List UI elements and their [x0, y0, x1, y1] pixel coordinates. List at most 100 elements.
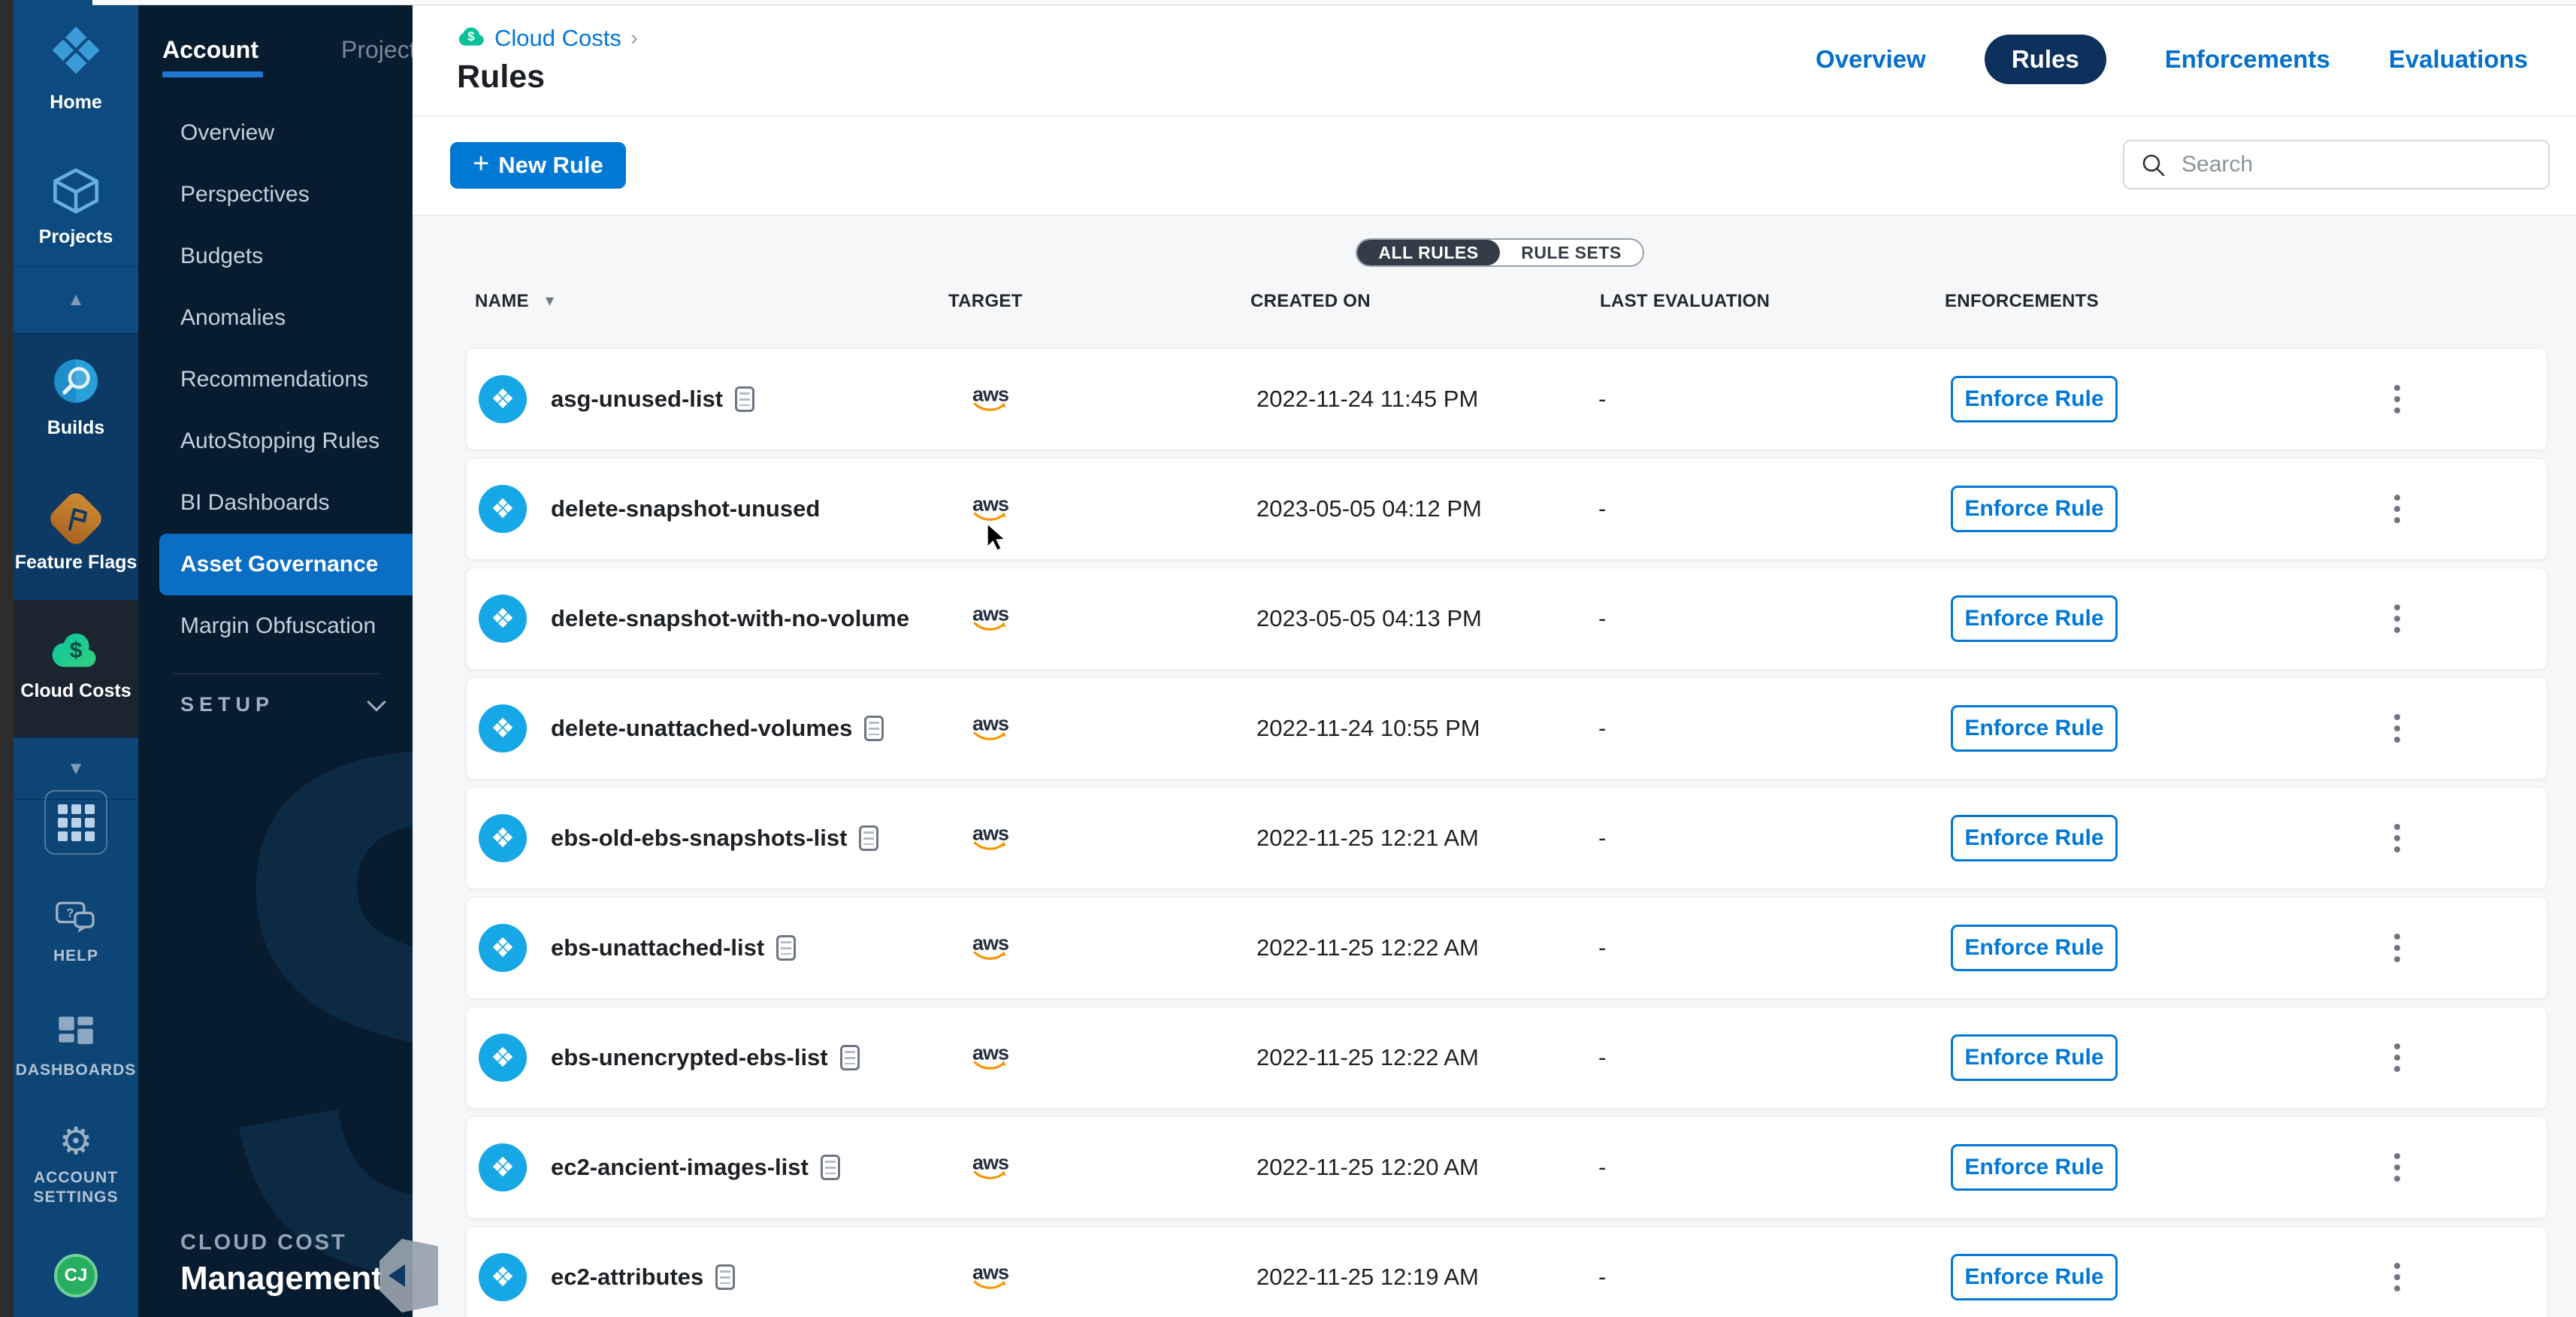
rule-icon: ❖ [479, 1143, 527, 1191]
sidebar-item-projects[interactable]: Projects [14, 167, 138, 248]
breadcrumb: $ Cloud Costs › [457, 25, 638, 52]
enforce-rule-button[interactable]: Enforce Rule [1951, 815, 2118, 861]
enforce-rule-button[interactable]: Enforce Rule [1951, 925, 2118, 971]
row-menu-kebab[interactable] [2387, 1146, 2408, 1189]
table-row[interactable]: ❖ delete-unattached-volumes aws [466, 677, 2547, 780]
table-row[interactable]: ❖ asg-unused-list aws 2022-11 [466, 348, 2547, 450]
tab-account[interactable]: Account [162, 36, 259, 77]
aws-target-logo: aws [966, 1044, 1014, 1072]
row-menu-kebab[interactable] [2387, 487, 2408, 531]
dollar-watermark: $ [228, 616, 413, 1317]
nav-item-autostopping-rules[interactable]: AutoStopping Rules [138, 410, 413, 472]
column-header-enforcements: ENFORCEMENTS [1945, 291, 2099, 312]
table-row[interactable]: ❖ ebs-unencrypted-ebs-list aws [466, 1007, 2547, 1109]
rule-icon: ❖ [479, 375, 527, 423]
aws-logo-text: aws [972, 934, 1008, 952]
tab-project[interactable]: Project [341, 36, 413, 77]
enforce-rule-button[interactable]: Enforce Rule [1951, 376, 2118, 422]
tab-overview[interactable]: Overview [1816, 45, 1926, 74]
aws-logo-text: aws [972, 1264, 1008, 1282]
enforce-rule-button[interactable]: Enforce Rule [1951, 1034, 2118, 1081]
search-icon [2141, 153, 2166, 182]
module-picker-button[interactable] [14, 790, 138, 855]
rule-name-cell: ebs-unattached-list [551, 934, 796, 961]
row-menu-kebab[interactable] [2387, 926, 2408, 970]
nav-item-overview[interactable]: Overview [138, 102, 413, 164]
enforce-rule-button[interactable]: Enforce Rule [1951, 595, 2118, 642]
dashboards-icon [57, 1015, 95, 1053]
sidebar-item-account-settings[interactable]: ⚙ ACCOUNT SETTINGS [14, 1122, 138, 1207]
nav-item-anomalies[interactable]: Anomalies [138, 287, 413, 349]
enforce-rule-button[interactable]: Enforce Rule [1951, 486, 2118, 532]
row-menu-kebab[interactable] [2387, 707, 2408, 750]
nav-item-asset-governance[interactable]: Asset Governance [159, 534, 413, 595]
sidebar-item-dashboards[interactable]: DASHBOARDS [14, 1015, 138, 1080]
nav-item-bi-dashboards[interactable]: BI Dashboards [138, 472, 413, 534]
rule-last-evaluation: - [1598, 934, 1606, 961]
table-row[interactable]: ❖ delete-snapshot-with-no-volume aws [466, 568, 2547, 670]
rule-name: ebs-unencrypted-ebs-list [551, 1044, 828, 1071]
nav-item-recommendations[interactable]: Recommendations [138, 349, 413, 410]
page-title: Rules [457, 59, 545, 95]
rule-name-cell: ec2-attributes [551, 1264, 735, 1291]
rule-created-on: 2022-11-25 12:21 AM [1256, 825, 1479, 852]
gear-icon: ⚙ [59, 1122, 93, 1161]
rail-item-label: Feature Flags [15, 552, 138, 574]
rules-tabs: Overview Rules Enforcements Evaluations [1816, 36, 2528, 83]
sort-desc-icon[interactable]: ▾ [546, 291, 554, 310]
tab-enforcements[interactable]: Enforcements [2165, 45, 2330, 74]
row-menu-kebab[interactable] [2387, 377, 2408, 421]
brand-line1: CLOUD COST [180, 1231, 382, 1255]
sidebar-item-builds[interactable]: Builds [14, 356, 138, 439]
builds-icon [51, 356, 101, 410]
table-row[interactable]: ❖ ec2-attributes aws 2022-11- [466, 1226, 2547, 1317]
sidebar-item-feature-flags[interactable]: Feature Flags [14, 493, 138, 574]
rail-item-label: Builds [47, 417, 104, 439]
segment-all-rules[interactable]: ALL RULES [1357, 240, 1500, 265]
enforce-rule-button[interactable]: Enforce Rule [1951, 1254, 2118, 1300]
sidebar-item-home[interactable]: ❖ Home [14, 20, 138, 114]
rail-collapse-up-button[interactable]: ▲ [14, 266, 138, 334]
new-rule-button[interactable]: + New Rule [450, 142, 626, 189]
rule-last-evaluation: - [1598, 1044, 1606, 1071]
row-menu-kebab[interactable] [2387, 597, 2408, 640]
segment-rule-sets[interactable]: RULE SETS [1500, 240, 1643, 265]
user-avatar-button[interactable]: CJ [14, 1254, 138, 1297]
sidebar-item-help[interactable]: ? HELP [14, 901, 138, 966]
column-header-name[interactable]: NAME [475, 291, 529, 312]
nav-item-margin-obfuscation[interactable]: Margin Obfuscation [138, 595, 413, 657]
nav-item-perspectives[interactable]: Perspectives [138, 164, 413, 226]
setup-label: SETUP [180, 693, 274, 716]
table-row[interactable]: ❖ ec2-ancient-images-list aws [466, 1116, 2547, 1219]
sidebar-item-cloud-costs[interactable]: $ Cloud Costs [14, 633, 138, 702]
setup-section-toggle[interactable]: SETUP [180, 693, 383, 716]
row-menu-kebab[interactable] [2387, 1036, 2408, 1079]
rule-created-on: 2022-11-24 10:55 PM [1256, 715, 1480, 742]
table-row[interactable]: ❖ ebs-unattached-list aws 202 [466, 897, 2547, 999]
note-icon [735, 386, 754, 412]
rule-created-on: 2022-11-25 12:20 AM [1256, 1154, 1479, 1181]
rule-icon: ❖ [479, 1034, 527, 1082]
cloud-costs-nav-panel: $ Account Project Overview Perspectives … [138, 0, 413, 1317]
aws-logo-text: aws [972, 495, 1008, 513]
row-menu-kebab[interactable] [2387, 1255, 2408, 1299]
enforce-rule-button[interactable]: Enforce Rule [1951, 1144, 2118, 1191]
aws-target-logo: aws [966, 495, 1014, 523]
enforce-rule-button[interactable]: Enforce Rule [1951, 705, 2118, 752]
tab-rules[interactable]: Rules [1985, 35, 2106, 84]
rule-created-on: 2022-11-25 12:19 AM [1256, 1264, 1479, 1291]
rail-item-label: Projects [39, 226, 113, 248]
rail-item-label: DASHBOARDS [16, 1061, 137, 1080]
tab-evaluations[interactable]: Evaluations [2389, 45, 2528, 74]
breadcrumb-cloud-costs-link[interactable]: Cloud Costs [494, 25, 621, 52]
rule-icon: ❖ [479, 704, 527, 752]
rule-name-cell: ebs-unencrypted-ebs-list [551, 1044, 860, 1071]
aws-target-logo: aws [966, 386, 1014, 413]
search-input[interactable] [2123, 140, 2550, 189]
row-menu-kebab[interactable] [2387, 816, 2408, 860]
rule-last-evaluation: - [1598, 605, 1606, 632]
table-row[interactable]: ❖ ebs-old-ebs-snapshots-list aws [466, 787, 2547, 889]
aws-logo-text: aws [972, 1044, 1008, 1062]
table-row[interactable]: ❖ delete-snapshot-unused aws [466, 458, 2547, 560]
nav-item-budgets[interactable]: Budgets [138, 226, 413, 287]
